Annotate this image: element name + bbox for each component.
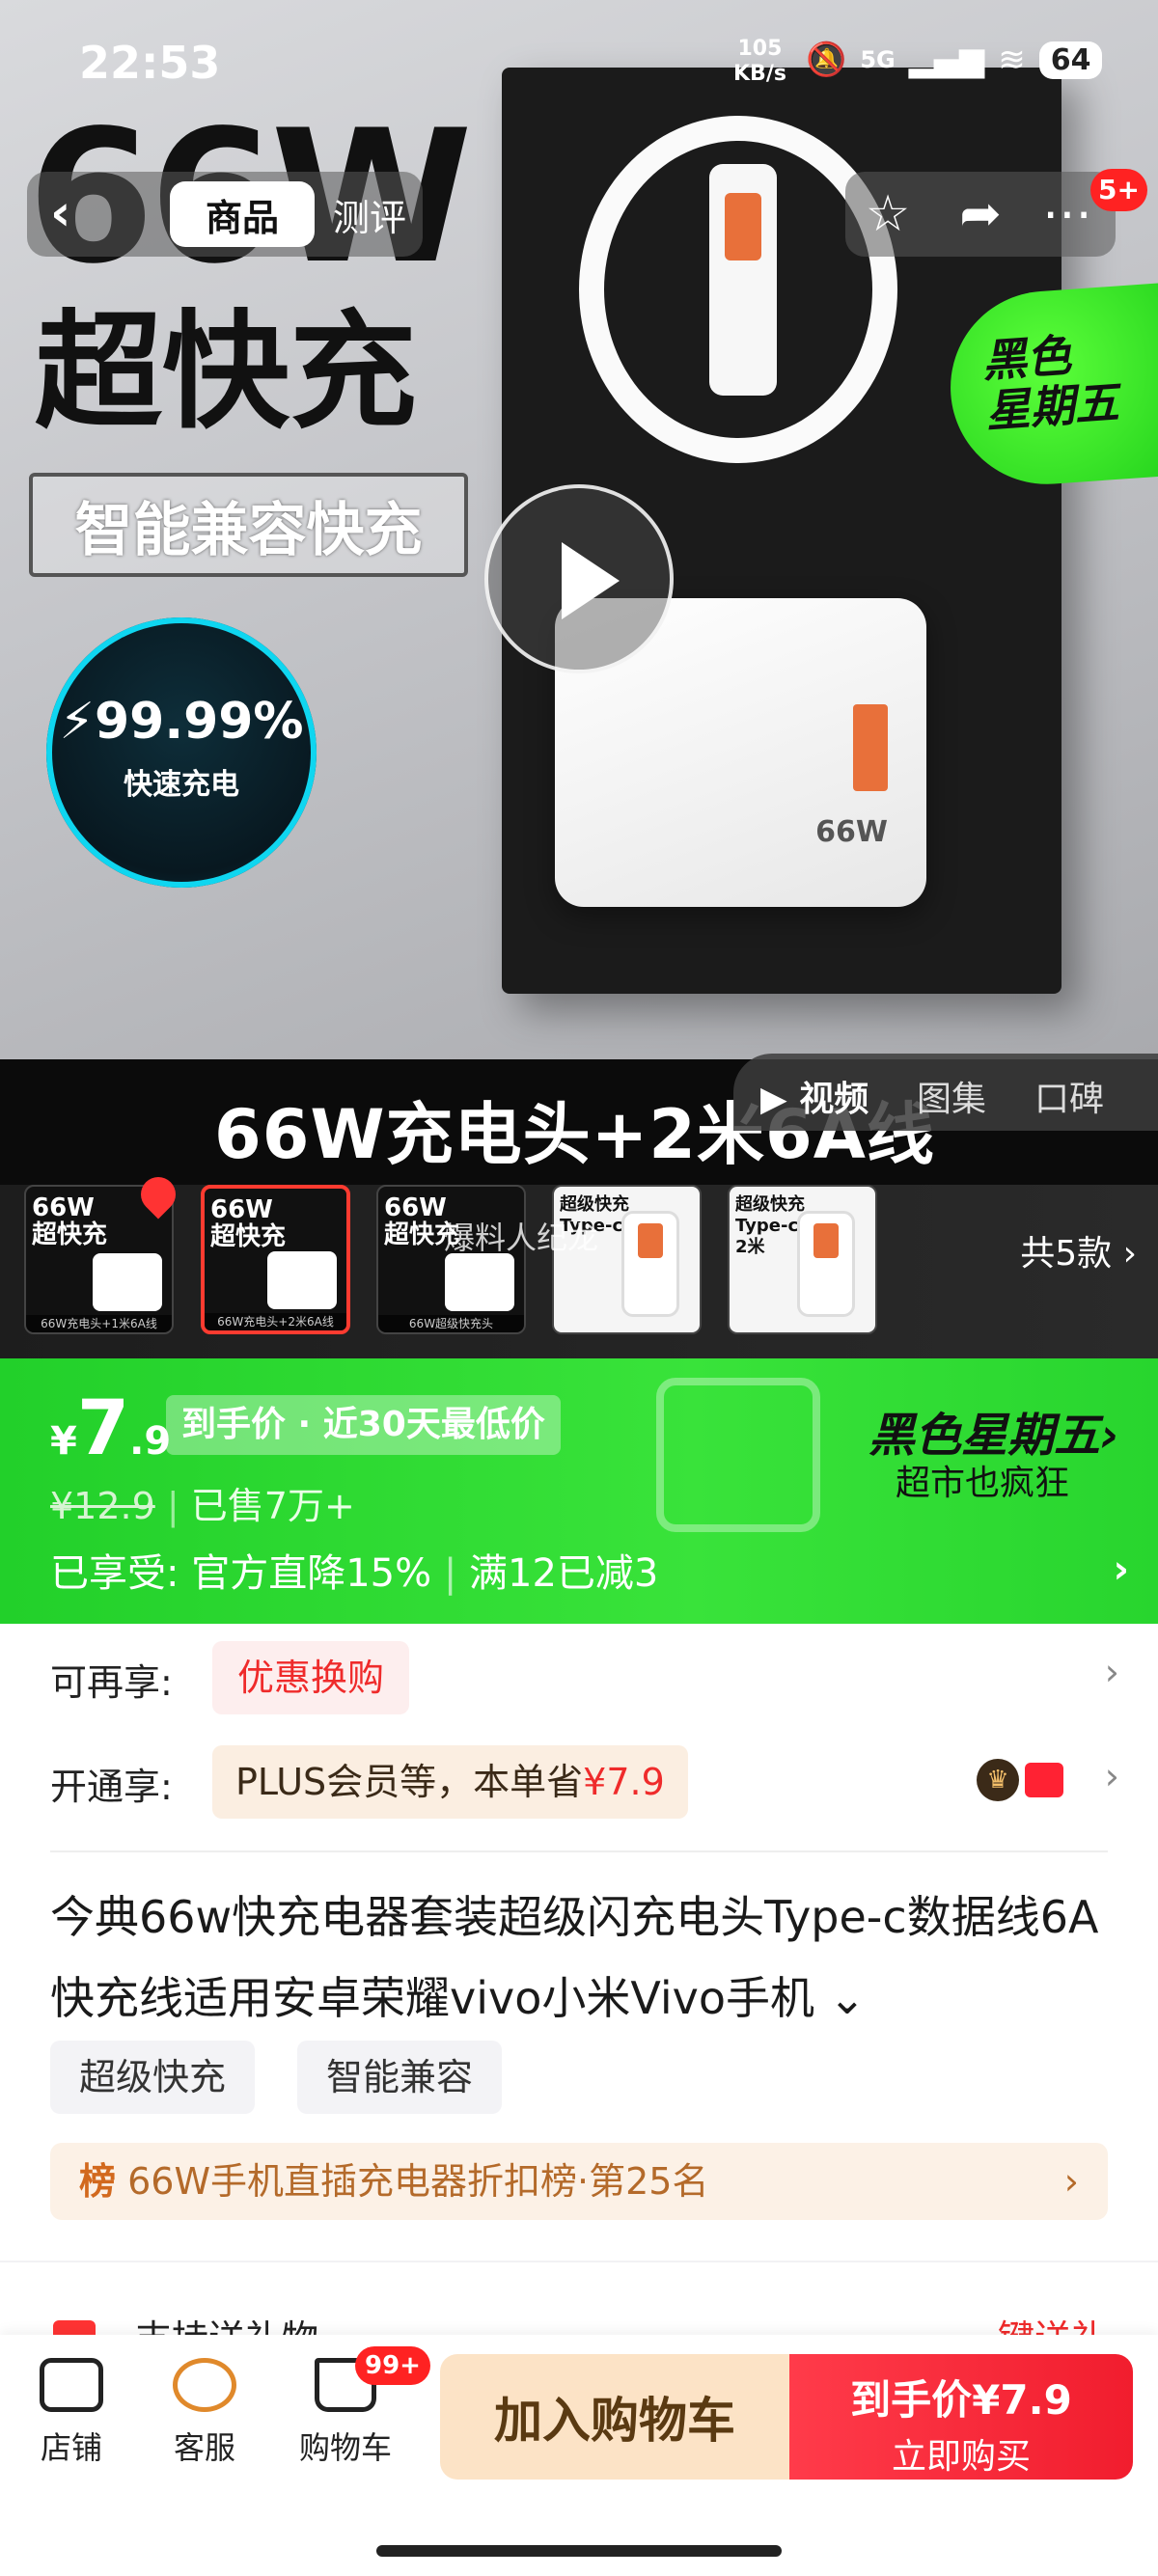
crown-icon: ♛ <box>977 1759 1019 1801</box>
sold-count: 已售7万+ <box>190 1485 355 1527</box>
variant-thumb-4[interactable]: 超级快充 Type-c线 <box>552 1185 702 1334</box>
fast-charge-badge: ⚡99.99% 快速充电 <box>46 617 317 888</box>
product-hero-image[interactable]: 66W 66W 超快充 智能兼容快充 ⚡99.99% 快速充电 黑色 星期五 2… <box>0 0 1158 1061</box>
status-bar: 22:53 105 KB/s 🔕 5G ▂▄▆ ≋ 64 <box>0 0 1158 125</box>
bottom-action-bar: 店铺 客服 购物车 99+ 加入购物车 到手价¥7.9 立即购买 <box>0 2335 1158 2576</box>
divider <box>50 1850 1108 1852</box>
product-title[interactable]: 今典66w快充电器套装超级闪充电头Type-c数据线6A快充线适用安卓荣耀viv… <box>50 1877 1121 2039</box>
variant-thumb-5[interactable]: 超级快充 Type-c线 2米 <box>728 1185 877 1334</box>
back-arrow-icon[interactable]: ‹ <box>50 188 98 238</box>
cart-button[interactable]: 购物车 99+ <box>288 2346 430 2468</box>
product-info-card: 可再享: 优惠换购 › 开通享: PLUS会员等，本单省¥7.9 ♛ › 今典6… <box>0 1624 1158 2261</box>
mute-icon: 🔕 <box>806 41 847 79</box>
share-icon[interactable]: ➦ <box>951 185 1009 243</box>
price-banner[interactable]: ¥7.9 到手价 · 近30天最低价 ¥12.9 | 已售7万+ 已享受: 官方… <box>0 1358 1158 1624</box>
tab-review[interactable]: 测评 <box>321 181 418 247</box>
tab-goods[interactable]: 商品 <box>170 181 315 247</box>
product-tag-2[interactable]: 智能兼容 <box>297 2041 503 2114</box>
card-icon <box>1025 1763 1063 1797</box>
open-offer-label: 开通享: <box>50 1766 173 1808</box>
favorite-star-icon[interactable]: ☆ <box>859 185 917 243</box>
media-tabs: ▶ 视频 图集 口碑 <box>733 1054 1158 1131</box>
home-indicator[interactable] <box>376 2545 782 2557</box>
network-label: 5G <box>860 46 896 73</box>
lowest-price-pill: 到手价 · 近30天最低价 <box>166 1395 561 1455</box>
original-price-line: ¥12.9 | 已售7万+ <box>50 1485 355 1527</box>
top-nav-right: ☆ ➦ ⋯ <box>845 172 1116 257</box>
variant-count[interactable]: 共5款 › <box>1020 1225 1137 1275</box>
event-subtitle: 超市也疯狂 <box>896 1464 1070 1503</box>
cart-badge: 99+ <box>355 2346 430 2385</box>
badge-label: 快速充电 <box>124 768 239 802</box>
plus-member-icons: ♛ <box>977 1759 1063 1803</box>
customer-service-icon <box>173 2358 236 2412</box>
chevron-right-icon[interactable]: › <box>1105 1755 1119 1797</box>
status-time: 22:53 <box>79 37 221 89</box>
hero-headline-super: 超快充 <box>35 298 417 447</box>
buy-now-button[interactable]: 到手价¥7.9 立即购买 <box>789 2354 1133 2480</box>
service-button[interactable]: 客服 <box>147 2358 262 2468</box>
top-nav-left: ‹ 商品 测评 <box>27 172 423 257</box>
variant-thumb-3[interactable]: 66W 超快充 66W超级快充头 <box>376 1185 526 1334</box>
enjoy-line: 已享受: 官方直降15% | 满12已减3 <box>50 1551 659 1596</box>
shop-button[interactable]: 店铺 <box>14 2358 129 2468</box>
expand-icon[interactable]: ⌄ <box>829 1972 867 2024</box>
wifi-icon: ≋ <box>998 41 1026 79</box>
net-speed: 105 KB/s <box>733 37 786 86</box>
more-offer-label: 可再享: <box>50 1661 173 1704</box>
rank-bar[interactable]: 榜 66W手机直插充电器折扣榜·第25名 › <box>50 2143 1108 2220</box>
more-icon[interactable]: ⋯ <box>1038 185 1096 243</box>
hero-compat-label: 智能兼容快充 <box>29 473 468 577</box>
play-video-button[interactable] <box>484 484 674 673</box>
media-tab-video[interactable]: ▶ 视频 <box>760 1071 868 1121</box>
charger-mark: 66W <box>815 815 888 849</box>
product-tag-1[interactable]: 超级快充 <box>50 2041 256 2114</box>
variant-strip: 66W 超快充 66W充电头+1米6A线 66W 超快充 66W充电头+2米6A… <box>0 1169 1158 1358</box>
cable-connector <box>709 164 777 396</box>
shop-icon <box>40 2358 103 2412</box>
badge-percent: ⚡99.99% <box>59 693 304 751</box>
status-icons: 🔕 5G ▂▄▆ ≋ 64 <box>806 41 1103 79</box>
variant-thumb-2[interactable]: 66W 超快充 66W充电头+2米6A线 <box>201 1185 350 1334</box>
chevron-right-icon[interactable]: › <box>1105 1651 1119 1693</box>
final-price: ¥7.9 <box>50 1385 172 1472</box>
battery-indicator: 64 <box>1038 41 1103 79</box>
cart-deco-icon <box>656 1378 820 1532</box>
watermark-text: 爆料人纪龙 <box>444 1219 599 1256</box>
message-badge: 5+ <box>1090 169 1147 211</box>
signal-icon: ▂▄▆ <box>908 41 985 79</box>
add-to-cart-button[interactable]: 加入购物车 <box>440 2354 789 2480</box>
media-tab-gallery[interactable]: 图集 <box>917 1071 986 1121</box>
original-price: ¥12.9 <box>50 1485 155 1527</box>
plus-member-pill[interactable]: PLUS会员等，本单省¥7.9 <box>212 1745 688 1819</box>
swap-deal-pill[interactable]: 优惠换购 <box>212 1641 410 1714</box>
usb-port <box>853 704 888 791</box>
media-tab-reviews[interactable]: 口碑 <box>1034 1071 1104 1121</box>
chevron-right-icon[interactable]: › <box>1114 1548 1129 1592</box>
